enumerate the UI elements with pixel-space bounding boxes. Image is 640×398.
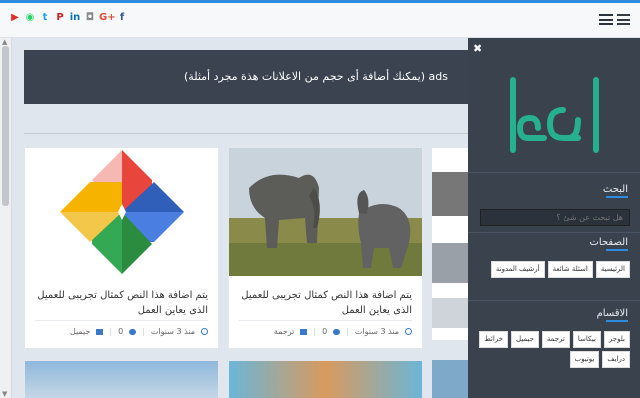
ad-banner: ads (يمكنك أضافة أى حجم من الاعلانات هذة… [24,50,468,104]
top-bar: ▶ ◉ t P in ◘ G+ f [0,0,640,38]
googleplus-icon[interactable]: G+ [99,12,116,24]
pages-list: الرئيسية اسئلة شائعة أرشيف المدونة [478,261,630,278]
list-icon [599,14,613,25]
post-thumbnail[interactable] [25,148,218,276]
post-card[interactable] [24,360,219,398]
post-meta: منذ 3 سنوات | 0 | ترجمة [239,320,412,336]
search-heading: البحث [602,184,629,198]
divider [468,172,640,173]
whatsapp-icon[interactable]: ◉ [24,12,36,24]
thumbnail-image[interactable] [432,243,468,283]
section-link-youtube[interactable]: يوتيوب [569,351,600,368]
section-link-maps[interactable]: خرائط [479,331,509,348]
tag-icon [96,328,104,335]
post-label[interactable]: ترجمة [274,327,295,336]
post-card[interactable]: يتم اضافة هذا النص كمثال تجريبى للعميل ا… [228,147,423,349]
scrollbar-thumb[interactable] [2,46,9,206]
linkedin-icon[interactable]: in [69,12,81,24]
page-scrollbar[interactable]: ▲ ▼ [0,38,12,398]
hamburger-icon [617,14,630,25]
sections-heading: الاقسام [596,308,629,322]
post-card[interactable] [228,360,423,398]
search-input[interactable] [480,209,630,226]
section-link-drive[interactable]: درايف [602,351,630,368]
youtube-icon[interactable]: ▶ [9,12,21,24]
comment-icon [129,328,137,335]
post-thumbnail[interactable] [229,361,422,398]
thumbnail-image[interactable] [432,298,468,328]
thumbnail-image[interactable] [432,360,468,398]
ad-text: ads (يمكنك أضافة أى حجم من الاعلانات هذة… [184,70,448,83]
comment-icon [333,328,341,335]
tag-icon [300,328,308,335]
section-link-gmail[interactable]: جيميل [511,331,539,348]
post-card[interactable]: يتم اضافة هذا النص كمثال تجريبى للعميل ا… [24,147,219,349]
facebook-icon[interactable]: f [116,12,128,24]
social-links: ▶ ◉ t P in ◘ G+ f [9,12,128,24]
section-link-translate[interactable]: ترجمة [541,331,570,348]
post-thumbnail[interactable] [25,361,218,398]
post-title[interactable]: يتم اضافة هذا النص كمثال تجريبى للعميل ا… [35,288,208,318]
thumbnail-image[interactable] [432,172,468,216]
post-time: منذ 3 سنوات [150,327,195,336]
divider [24,133,468,134]
scroll-down-arrow-icon[interactable]: ▼ [2,390,7,398]
page-link-archive[interactable]: أرشيف المدونة [490,261,545,278]
post-label[interactable]: جيميل [70,327,90,336]
page-link-home[interactable]: الرئيسية [595,261,630,278]
twitter-icon[interactable]: t [39,12,51,24]
clock-icon [201,328,208,335]
instagram-icon[interactable]: ◘ [84,12,96,24]
section-link-picasa[interactable]: بيكاسا [572,331,601,348]
recent-posts-strip[interactable] [432,148,468,340]
post-thumbnail[interactable] [229,148,422,276]
pages-heading: الصفحات [589,237,629,251]
post-comments[interactable]: 0 [322,327,327,336]
section-link-blogger[interactable]: بلوجر [603,331,630,348]
menu-toggle-button[interactable] [599,14,630,25]
clock-icon [405,328,412,335]
side-panel: ✖ البحث الصفحات الرئيسية اسئلة شائعة أرش… [468,38,640,398]
sections-list: بلوجر بيكاسا ترجمة جيميل خرائط درايف يوت… [478,331,630,368]
site-logo[interactable] [468,50,640,170]
page-link-faq[interactable]: اسئلة شائعة [547,261,593,278]
pinterest-icon[interactable]: P [54,12,66,24]
divider [468,300,640,301]
divider [468,232,640,233]
post-comments[interactable]: 0 [118,327,123,336]
scroll-up-arrow-icon[interactable]: ▲ [2,38,7,46]
post-time: منذ 3 سنوات [354,327,399,336]
post-meta: منذ 3 سنوات | 0 | جيميل [35,320,208,336]
post-title[interactable]: يتم اضافة هذا النص كمثال تجريبى للعميل ا… [239,288,412,318]
